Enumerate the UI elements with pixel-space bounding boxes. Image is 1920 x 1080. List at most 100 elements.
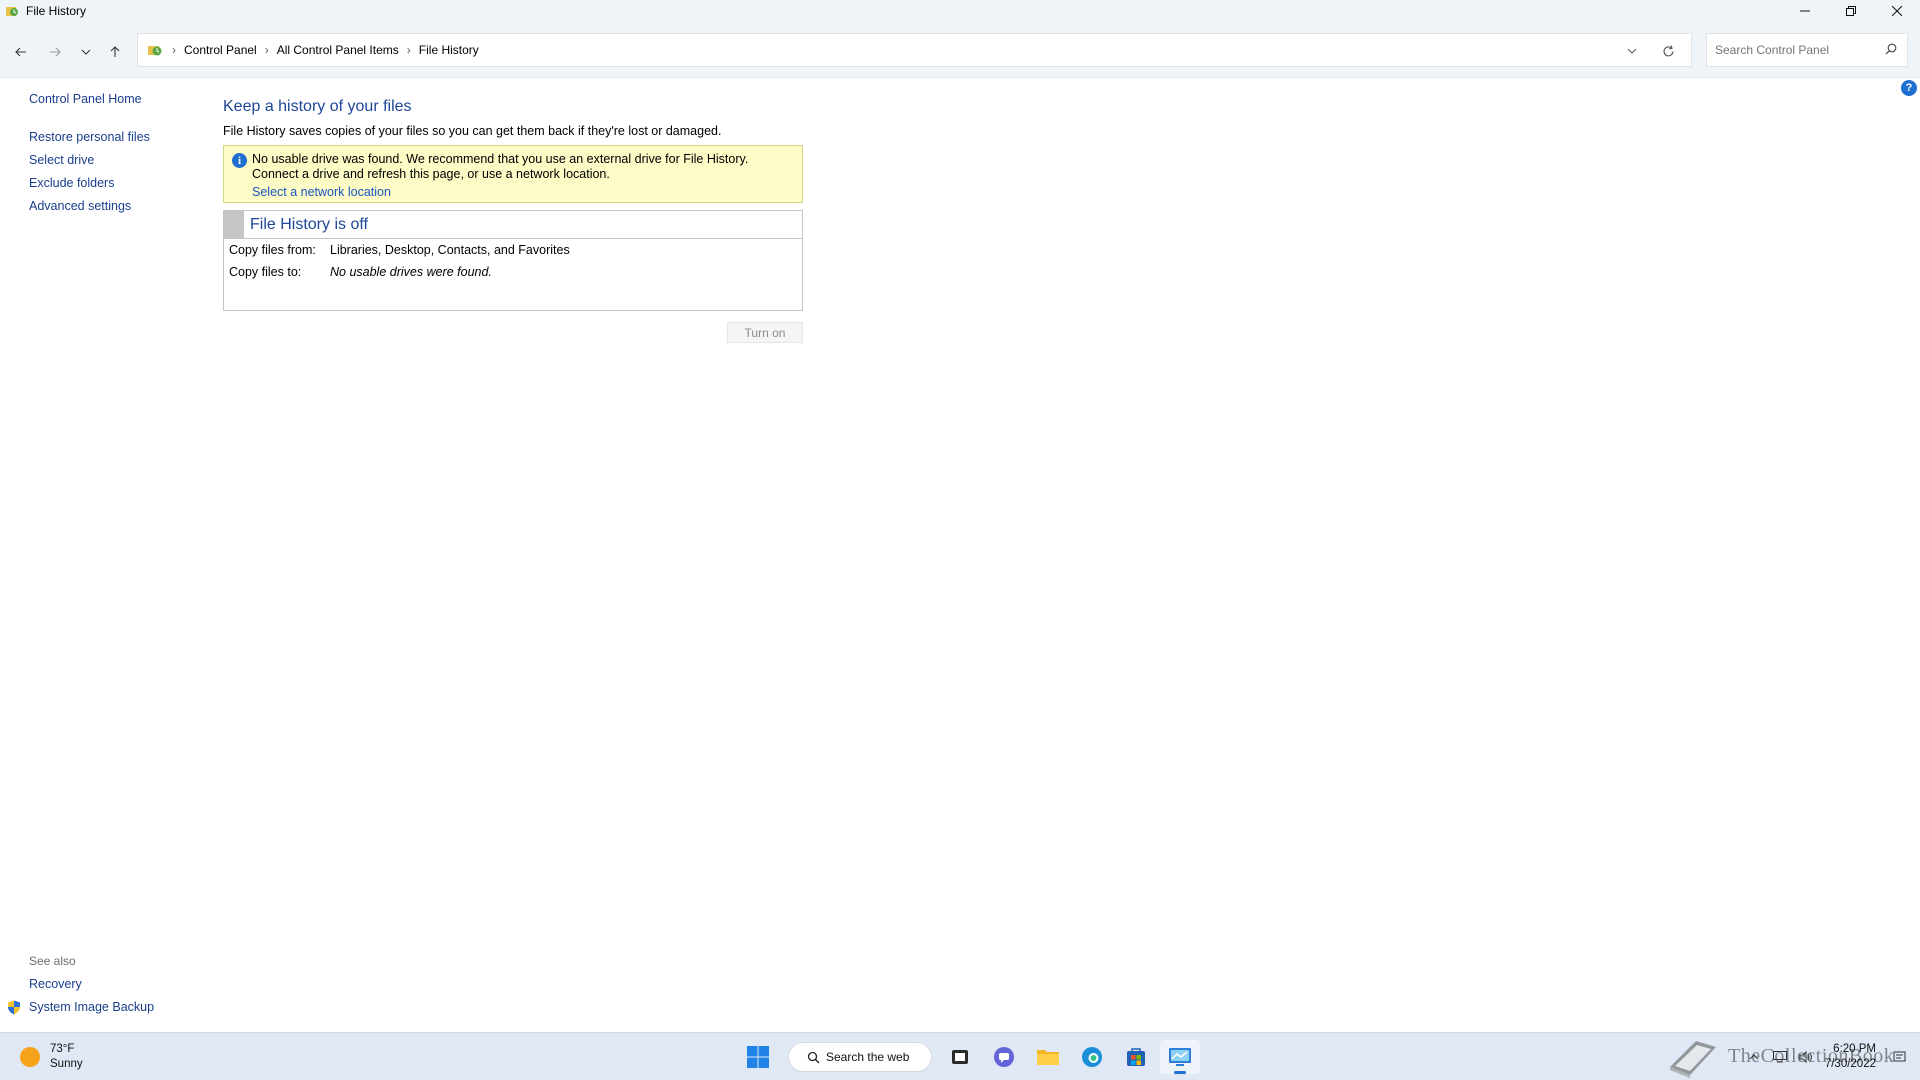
main-content: Keep a history of your files File Histor… xyxy=(223,98,803,311)
copy-to-value: No usable drives were found. xyxy=(330,265,492,279)
control-panel-taskbar-button[interactable] xyxy=(1160,1040,1200,1074)
windows-logo-icon xyxy=(747,1046,769,1068)
copy-to-row: Copy files to: No usable drives were fou… xyxy=(229,261,802,283)
taskbar-apps: Search the web xyxy=(738,1040,1204,1074)
address-dropdown-button[interactable] xyxy=(1623,42,1641,60)
copy-from-value: Libraries, Desktop, Contacts, and Favori… xyxy=(330,243,570,257)
chevron-down-icon xyxy=(81,49,91,55)
forward-button[interactable] xyxy=(44,41,66,63)
edge-button[interactable] xyxy=(1072,1040,1112,1074)
monitor-icon xyxy=(1772,1051,1787,1063)
weather-description: Sunny xyxy=(50,1058,83,1070)
warning-message: No usable drive was found. We recommend … xyxy=(252,152,749,181)
clock[interactable]: 6:20 PM 7/30/2022 xyxy=(1825,1042,1876,1072)
control-panel-home-link[interactable]: Control Panel Home xyxy=(29,92,150,106)
breadcrumb-separator-icon: › xyxy=(264,43,269,57)
task-view-icon xyxy=(952,1050,968,1064)
breadcrumb-control-panel[interactable]: Control Panel xyxy=(184,43,257,57)
breadcrumb-separator-icon: › xyxy=(172,43,176,57)
window-controls xyxy=(1782,0,1920,22)
back-button[interactable] xyxy=(10,41,32,63)
restore-icon xyxy=(1846,6,1856,16)
clock-date: 7/30/2022 xyxy=(1824,1058,1876,1070)
see-also-header: See also xyxy=(29,954,76,968)
file-explorer-button[interactable] xyxy=(1028,1040,1068,1074)
restore-button[interactable] xyxy=(1828,0,1874,22)
status-header: File History is off xyxy=(224,211,802,239)
recent-locations-button[interactable] xyxy=(75,41,97,63)
up-button[interactable] xyxy=(104,41,126,63)
arrow-up-icon xyxy=(110,46,120,57)
taskbar-search-label: Search the web xyxy=(826,1050,910,1064)
edge-browser-icon xyxy=(1082,1047,1102,1067)
chevron-up-icon xyxy=(1749,1054,1759,1060)
system-image-backup-link[interactable]: System Image Backup xyxy=(8,996,155,1019)
page-title: Keep a history of your files xyxy=(223,98,412,115)
system-tray: 6:20 PM 7/30/2022 xyxy=(1741,1039,1912,1075)
arrow-left-icon xyxy=(15,47,26,57)
recovery-link[interactable]: Recovery xyxy=(29,973,154,996)
clock-time: 6:20 PM xyxy=(1833,1043,1876,1055)
volume-button[interactable] xyxy=(1793,1044,1819,1070)
notifications-button[interactable] xyxy=(1886,1044,1912,1070)
search-box[interactable] xyxy=(1706,33,1908,67)
speaker-icon xyxy=(1799,1051,1812,1063)
navigation-bar: › Control Panel › All Control Panel Item… xyxy=(0,22,1920,78)
folder-icon xyxy=(1037,1050,1059,1065)
search-icon xyxy=(807,1051,820,1063)
address-bar[interactable]: › Control Panel › All Control Panel Item… xyxy=(137,33,1692,67)
close-button[interactable] xyxy=(1874,0,1920,22)
page-description: File History saves copies of your files … xyxy=(223,124,722,138)
system-image-backup-label: System Image Backup xyxy=(29,1000,155,1014)
breadcrumb-all-items[interactable]: All Control Panel Items xyxy=(277,43,399,57)
title-bar: File History xyxy=(0,0,1920,22)
weather-temperature: 73°F xyxy=(50,1043,75,1055)
teams-chat-button[interactable] xyxy=(984,1040,1024,1074)
turn-on-button[interactable]: Turn on xyxy=(727,322,803,343)
store-icon xyxy=(1127,1048,1145,1066)
select-network-location-link[interactable]: Select a network location xyxy=(252,185,391,199)
arrow-right-icon xyxy=(50,47,61,57)
search-icon[interactable] xyxy=(1885,43,1897,58)
show-hidden-icons-button[interactable] xyxy=(1741,1044,1767,1070)
close-icon xyxy=(1892,6,1902,16)
chevron-down-icon xyxy=(1627,48,1637,54)
task-view-button[interactable] xyxy=(940,1040,980,1074)
breadcrumb-separator-icon: › xyxy=(406,43,411,57)
status-indicator-icon xyxy=(224,211,244,238)
weather-widget[interactable]: 73°F Sunny xyxy=(20,1042,83,1072)
book-logo-icon xyxy=(1670,1041,1716,1078)
store-button[interactable] xyxy=(1116,1040,1156,1074)
breadcrumb-file-history[interactable]: File History xyxy=(419,43,479,57)
advanced-settings-link[interactable]: Advanced settings xyxy=(29,195,150,218)
file-history-app-icon xyxy=(4,3,20,19)
status-title: File History is off xyxy=(250,215,368,233)
control-panel-icon xyxy=(146,41,164,59)
left-navigation: Control Panel Home Restore personal file… xyxy=(29,92,150,218)
restore-personal-files-link[interactable]: Restore personal files xyxy=(29,126,150,149)
minimize-button[interactable] xyxy=(1782,0,1828,22)
display-tray-button[interactable] xyxy=(1767,1044,1793,1070)
info-icon: i xyxy=(232,153,247,168)
refresh-button[interactable] xyxy=(1659,42,1677,60)
copy-to-label: Copy files to: xyxy=(229,265,302,279)
minimize-icon xyxy=(1800,10,1810,12)
window-title: File History xyxy=(26,4,87,18)
taskbar-search[interactable]: Search the web xyxy=(788,1042,932,1072)
chat-icon xyxy=(994,1047,1014,1067)
copy-from-label: Copy files from: xyxy=(229,243,316,257)
no-drive-warning: i No usable drive was found. We recommen… xyxy=(223,145,803,203)
search-input[interactable] xyxy=(1715,43,1880,57)
control-panel-icon xyxy=(1169,1048,1191,1066)
uac-shield-icon xyxy=(7,1000,21,1023)
notification-icon xyxy=(1893,1051,1905,1061)
sun-icon xyxy=(20,1047,40,1067)
select-drive-link[interactable]: Select drive xyxy=(29,149,150,172)
taskbar: 73°F Sunny Search the web TheCollectionB… xyxy=(0,1032,1920,1080)
see-also-section: See also Recovery System Image Backup xyxy=(8,950,155,1019)
refresh-icon xyxy=(1662,44,1674,56)
help-icon[interactable]: ? xyxy=(1901,80,1917,96)
copy-from-row: Copy files from: Libraries, Desktop, Con… xyxy=(229,239,802,261)
start-button[interactable] xyxy=(738,1040,778,1074)
exclude-folders-link[interactable]: Exclude folders xyxy=(29,172,150,195)
